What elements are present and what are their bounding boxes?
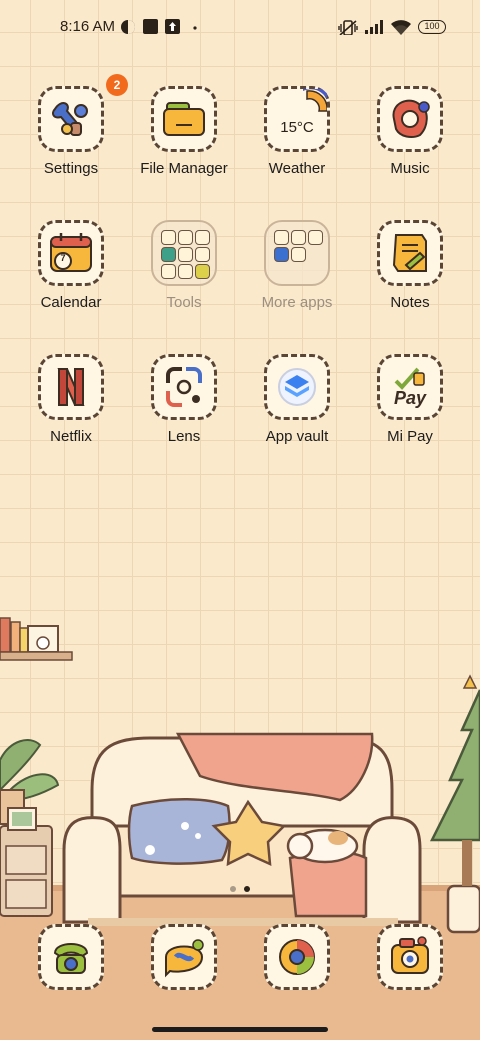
dock-browser[interactable] [242, 924, 352, 994]
page-dot-current[interactable] [244, 886, 250, 892]
dock-phone[interactable] [16, 924, 126, 994]
page-indicator[interactable] [226, 879, 254, 897]
dock-messages[interactable] [129, 924, 239, 994]
messages-icon [151, 924, 217, 990]
browser-icon [264, 924, 330, 990]
phone-icon [38, 924, 104, 990]
camera-icon [377, 924, 443, 990]
home-gesture-bar[interactable] [152, 1027, 328, 1032]
dock-camera[interactable] [355, 924, 465, 994]
page-dot[interactable] [230, 886, 236, 892]
